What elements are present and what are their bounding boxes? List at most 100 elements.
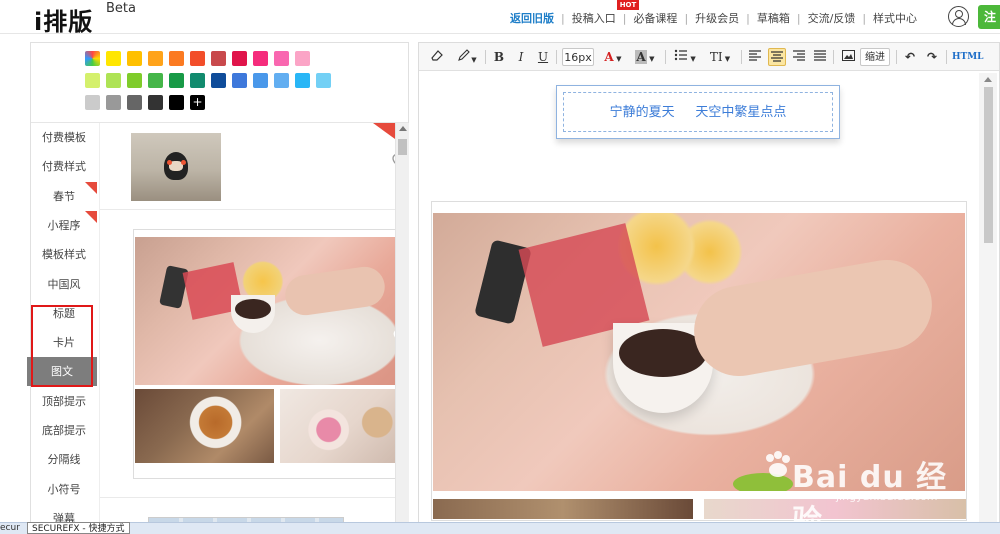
color-swatch[interactable] bbox=[169, 51, 184, 66]
category-label: 付费样式 bbox=[42, 160, 86, 174]
color-swatch[interactable] bbox=[190, 73, 205, 88]
color-swatch[interactable] bbox=[148, 95, 163, 110]
card-images bbox=[135, 237, 395, 477]
category-label: 小程序 bbox=[47, 218, 81, 232]
font-color-label: A bbox=[604, 50, 614, 64]
nav-style-center[interactable]: 样式中心 bbox=[873, 10, 917, 26]
color-swatch[interactable] bbox=[106, 73, 121, 88]
bg-color-button[interactable]: A ▼ bbox=[631, 48, 659, 66]
color-swatch[interactable] bbox=[148, 51, 163, 66]
redo-icon[interactable]: ↷ bbox=[924, 48, 940, 66]
scroll-up-arrow-icon[interactable] bbox=[399, 126, 407, 131]
material-panel: + 付费模板 付费样式 春节 小程序 模板样式 中国风 标题 卡片 图文 顶部提示 底部提示 分隔线小… bbox=[27, 42, 409, 534]
color-swatch[interactable] bbox=[295, 73, 310, 88]
scroll-up-arrow-icon[interactable] bbox=[984, 77, 992, 82]
color-swatch[interactable] bbox=[190, 51, 205, 66]
color-swatch[interactable] bbox=[106, 51, 121, 66]
list-button[interactable]: ▼ bbox=[671, 48, 699, 66]
toolbar-separator bbox=[833, 50, 834, 64]
color-swatch[interactable] bbox=[127, 95, 142, 110]
bold-button[interactable]: B bbox=[491, 48, 507, 66]
taskbar-text: ecur bbox=[0, 523, 20, 533]
tea-photo bbox=[135, 389, 274, 463]
new-flag bbox=[85, 181, 97, 194]
nav-separator: | bbox=[622, 11, 627, 25]
color-swatch[interactable] bbox=[274, 51, 289, 66]
color-swatch[interactable] bbox=[148, 73, 163, 88]
align-left-icon[interactable] bbox=[747, 48, 763, 66]
coffee-photo-large[interactable] bbox=[433, 213, 965, 491]
nav-separator: | bbox=[796, 11, 801, 25]
nav-courses[interactable]: 必备课程 bbox=[633, 10, 677, 26]
user-icon[interactable] bbox=[948, 6, 969, 27]
html-source-button[interactable]: HTML bbox=[952, 48, 984, 66]
font-color-button[interactable]: A ▼ bbox=[601, 48, 625, 66]
panel-scrollbar[interactable] bbox=[395, 123, 409, 534]
color-swatch[interactable] bbox=[169, 73, 184, 88]
category-item[interactable]: 付费样式 bbox=[31, 152, 97, 181]
bg-color-label: A bbox=[635, 50, 647, 64]
image-icon[interactable] bbox=[839, 48, 857, 66]
color-swatch[interactable] bbox=[211, 73, 226, 88]
scroll-thumb[interactable] bbox=[398, 139, 407, 155]
editor-scrollbar[interactable] bbox=[979, 73, 997, 533]
register-button[interactable]: 注 bbox=[978, 5, 1000, 29]
color-swatch[interactable] bbox=[316, 73, 331, 88]
align-justify-icon[interactable] bbox=[812, 48, 828, 66]
material-thumbnail-kumamon[interactable] bbox=[131, 133, 221, 201]
color-swatch[interactable] bbox=[211, 51, 226, 66]
undo-icon[interactable]: ↶ bbox=[902, 48, 918, 66]
title-block[interactable]: 宁静的夏天 天空中繁星点点 bbox=[556, 85, 840, 139]
title-text[interactable]: 宁静的夏天 天空中繁星点点 bbox=[563, 92, 833, 132]
custom-color-swatch[interactable] bbox=[85, 51, 100, 66]
color-swatch[interactable] bbox=[85, 73, 100, 88]
kumamon-cheek bbox=[167, 160, 172, 165]
font-size-select[interactable]: 16px bbox=[562, 48, 594, 66]
add-color-button[interactable]: + bbox=[190, 95, 205, 110]
app-root: i排版 Beta 返回旧版 | 投稿入口 | 必备课程 | 升级会员 | 草稿箱… bbox=[0, 0, 1000, 534]
nav-drafts[interactable]: 草稿箱 bbox=[757, 10, 790, 26]
category-label: 模板样式 bbox=[42, 248, 86, 262]
nav-upgrade[interactable]: 升级会员 bbox=[695, 10, 739, 26]
category-item[interactable]: 分隔线 bbox=[31, 445, 97, 474]
color-swatch[interactable] bbox=[253, 73, 268, 88]
category-item[interactable]: 模板样式 bbox=[31, 240, 97, 269]
text-style-button[interactable]: TI ▼ bbox=[705, 48, 735, 66]
color-swatch[interactable] bbox=[127, 73, 142, 88]
category-item[interactable]: 中国风 bbox=[31, 270, 97, 299]
color-swatch[interactable] bbox=[169, 95, 184, 110]
color-swatch[interactable] bbox=[295, 51, 310, 66]
nav-old-version[interactable]: 返回旧版 bbox=[510, 10, 554, 26]
category-item[interactable]: 小程序 bbox=[31, 210, 97, 240]
nav-separator: | bbox=[684, 11, 689, 25]
align-right-icon[interactable] bbox=[791, 48, 807, 66]
category-item[interactable]: 付费模板 bbox=[31, 123, 97, 152]
toolbar-separator bbox=[896, 50, 897, 64]
format-brush-icon[interactable]: ▼ bbox=[453, 48, 481, 66]
color-swatch[interactable] bbox=[274, 73, 289, 88]
color-swatch[interactable] bbox=[85, 95, 100, 110]
nav-submit[interactable]: 投稿入口 bbox=[572, 10, 616, 26]
category-item[interactable]: 小符号 bbox=[31, 475, 97, 504]
logo[interactable]: i排版 Beta bbox=[34, 1, 136, 37]
underline-button[interactable]: U bbox=[535, 48, 551, 66]
category-label: 春节 bbox=[53, 189, 75, 203]
category-item[interactable]: 底部提示 bbox=[31, 416, 97, 445]
color-swatch[interactable] bbox=[232, 51, 247, 66]
paid-corner-flag bbox=[373, 123, 395, 139]
color-swatch[interactable] bbox=[127, 51, 142, 66]
italic-button[interactable]: I bbox=[513, 48, 529, 66]
divider bbox=[100, 497, 395, 498]
color-swatch[interactable] bbox=[253, 51, 268, 66]
indent-button[interactable]: 缩进 bbox=[860, 48, 890, 66]
donut-photo bbox=[280, 389, 395, 463]
nav-feedback[interactable]: 交流/反馈 bbox=[808, 10, 856, 26]
category-item[interactable]: 春节 bbox=[31, 181, 97, 211]
color-swatch[interactable] bbox=[232, 73, 247, 88]
material-card-coffee[interactable] bbox=[133, 229, 395, 479]
scroll-thumb[interactable] bbox=[984, 87, 993, 243]
align-center-icon[interactable] bbox=[768, 48, 786, 66]
eraser-icon[interactable] bbox=[429, 48, 445, 66]
category-item[interactable]: 顶部提示 bbox=[31, 387, 97, 416]
color-swatch[interactable] bbox=[106, 95, 121, 110]
